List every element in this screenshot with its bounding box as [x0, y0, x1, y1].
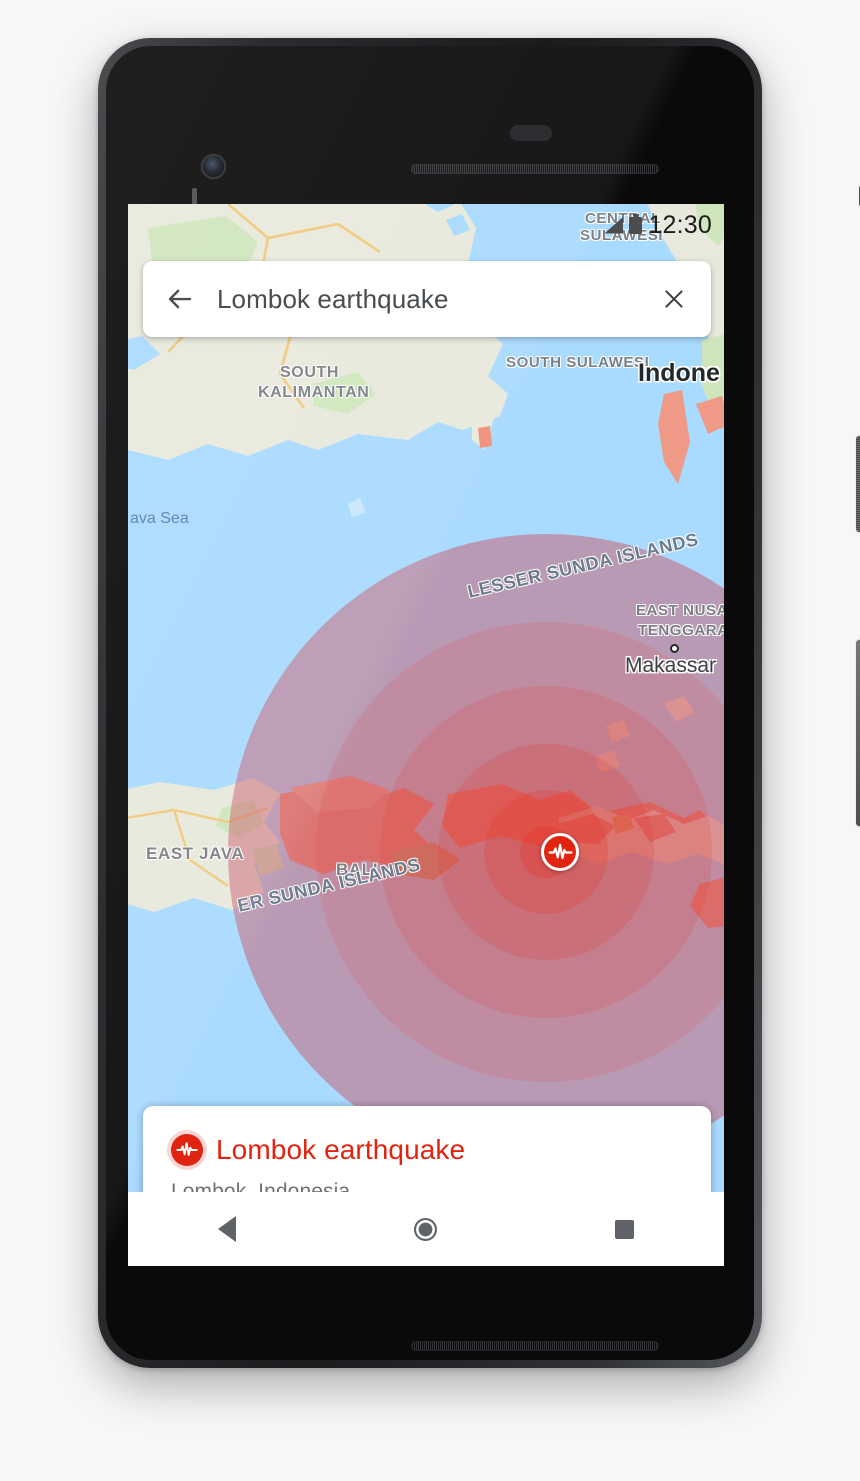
battery-icon: [629, 214, 643, 234]
square-recents-icon: [615, 1219, 635, 1239]
map-label-indonesia: Indone: [638, 359, 720, 387]
map-label-java-sea: ava Sea: [130, 510, 189, 527]
clear-search-button[interactable]: [637, 286, 711, 312]
triangle-back-icon: [218, 1216, 237, 1242]
status-bar: 12:30: [604, 204, 724, 246]
search-bar[interactable]: Lombok earthquake: [143, 261, 711, 337]
back-nav-button[interactable]: [167, 1192, 287, 1266]
android-navigation-bar: [128, 1192, 724, 1266]
bottom-speaker-icon: [411, 1341, 659, 1351]
map-label-south-kalimantan-line1: SOUTH: [280, 364, 339, 381]
earpiece-speaker-icon: [411, 164, 659, 174]
card-seismograph-icon: [171, 1134, 203, 1166]
google-maps-app-screen: CENTRAL SULAWESI SOUTH SULAWESI SOUTH KA…: [128, 204, 724, 1266]
volume-rocker-button[interactable]: [856, 640, 860, 826]
search-input[interactable]: Lombok earthquake: [217, 284, 637, 315]
recents-nav-button[interactable]: [565, 1192, 685, 1266]
map-label-south-sulawesi: SOUTH SULAWESI: [506, 354, 650, 371]
status-bar-clock: 12:30: [648, 210, 712, 239]
signal-icon: [604, 216, 624, 234]
seismograph-icon: [547, 843, 573, 859]
card-title-row: Lombok earthquake: [171, 1134, 683, 1166]
map-label-east-nusa-tenggara-line1: EAST NUSA: [636, 602, 724, 619]
map-label-south-kalimantan-line2: KALIMANTAN: [258, 384, 370, 401]
map-label-east-java: EAST JAVA: [146, 844, 245, 863]
map-label-east-nusa-tenggara-line2: TENGGARA: [638, 622, 724, 639]
map-canvas[interactable]: CENTRAL SULAWESI SOUTH SULAWESI SOUTH KA…: [128, 204, 724, 1192]
home-nav-button[interactable]: [366, 1192, 486, 1266]
front-camera-icon: [203, 156, 224, 177]
seismograph-icon: [176, 1142, 198, 1156]
back-arrow-icon: [168, 289, 192, 309]
back-button[interactable]: [143, 284, 217, 314]
card-title: Lombok earthquake: [216, 1134, 466, 1165]
proximity-sensor-icon: [510, 125, 552, 141]
city-dot-makassar[interactable]: [670, 644, 679, 653]
map-label-makassar: Makassar: [625, 654, 717, 677]
earthquake-epicenter-marker[interactable]: [541, 833, 579, 871]
circle-home-icon: [414, 1217, 438, 1241]
close-icon: [665, 290, 683, 308]
power-button[interactable]: [856, 436, 860, 532]
